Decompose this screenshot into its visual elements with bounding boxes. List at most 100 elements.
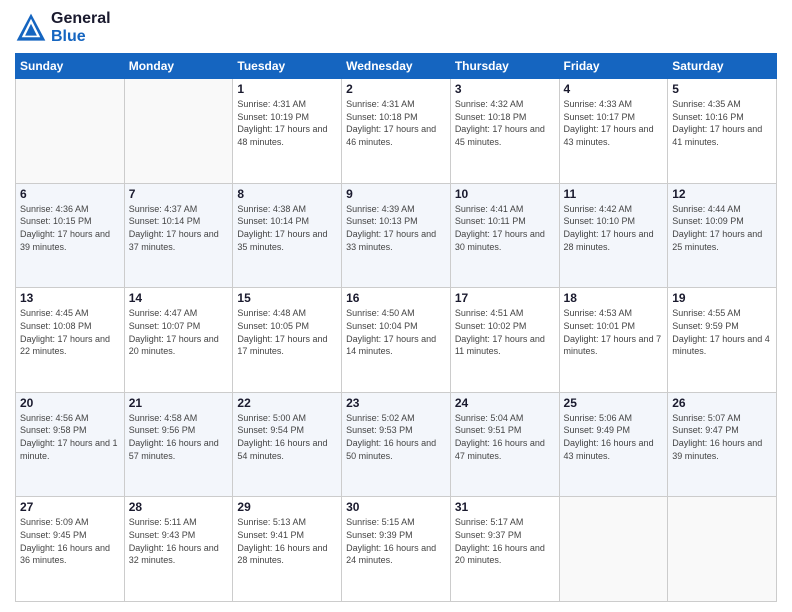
calendar-day-cell: 1Sunrise: 4:31 AM Sunset: 10:19 PM Dayli… [233,79,342,184]
calendar-day-cell: 13 Sunrise: 4:45 AM Sunset: 10:08 PM Dayl… [16,288,125,393]
day-number: 17 [455,291,555,305]
day-info: Sunrise: 5:17 AM Sunset: 9:37 PM Dayligh… [455,516,555,566]
day-number: 15 [237,291,337,305]
day-number: 5 [672,82,772,96]
calendar-day-cell: 3Sunrise: 4:32 AM Sunset: 10:18 PM Dayli… [450,79,559,184]
calendar-day-cell: 25 Sunrise: 5:06 AM Sunset: 9:49 PM Dayli… [559,392,668,497]
calendar-day-cell: 8Sunrise: 4:38 AM Sunset: 10:14 PM Dayli… [233,183,342,288]
day-info: Sunrise: 4:55 AM Sunset: 9:59 PM Dayligh… [672,307,772,357]
day-number: 9 [346,187,446,201]
day-number: 25 [564,396,664,410]
day-number: 8 [237,187,337,201]
day-info: Sunrise: 4:50 AM Sunset: 10:04 PM Daylig… [346,307,446,357]
calendar-header-row: SundayMondayTuesdayWednesdayThursdayFrid… [16,54,777,79]
day-number: 10 [455,187,555,201]
calendar-day-cell: 21 Sunrise: 4:58 AM Sunset: 9:56 PM Dayli… [124,392,233,497]
day-info: Sunrise: 4:48 AM Sunset: 10:05 PM Daylig… [237,307,337,357]
calendar-day-cell [668,497,777,602]
weekday-header: Saturday [668,54,777,79]
calendar-day-cell: 15 Sunrise: 4:48 AM Sunset: 10:05 PM Dayl… [233,288,342,393]
calendar-day-cell: 22Sunrise: 5:00 AM Sunset: 9:54 PM Dayli… [233,392,342,497]
day-number: 23 [346,396,446,410]
day-info: Sunrise: 4:45 AM Sunset: 10:08 PM Daylig… [20,307,120,357]
calendar-day-cell: 6 Sunrise: 4:36 AM Sunset: 10:15 PM Dayli… [16,183,125,288]
calendar-day-cell: 27 Sunrise: 5:09 AM Sunset: 9:45 PM Dayli… [16,497,125,602]
weekday-header: Wednesday [342,54,451,79]
day-info: Sunrise: 5:13 AM Sunset: 9:41 PM Dayligh… [237,516,337,566]
calendar-day-cell: 26 Sunrise: 5:07 AM Sunset: 9:47 PM Dayli… [668,392,777,497]
calendar-week-row: 27 Sunrise: 5:09 AM Sunset: 9:45 PM Dayli… [16,497,777,602]
day-info: Sunrise: 4:41 AM Sunset: 10:11 PM Daylig… [455,203,555,253]
day-number: 18 [564,291,664,305]
day-info: Sunrise: 4:31 AM Sunset: 10:18 PM Daylig… [346,98,446,148]
day-number: 12 [672,187,772,201]
logo-icon [15,12,47,44]
day-number: 31 [455,500,555,514]
day-number: 29 [237,500,337,514]
day-number: 20 [20,396,120,410]
weekday-header: Thursday [450,54,559,79]
day-number: 1 [237,82,337,96]
day-info: Sunrise: 5:07 AM Sunset: 9:47 PM Dayligh… [672,412,772,462]
day-number: 16 [346,291,446,305]
day-number: 30 [346,500,446,514]
calendar-day-cell [124,79,233,184]
calendar-day-cell: 31 Sunrise: 5:17 AM Sunset: 9:37 PM Dayli… [450,497,559,602]
calendar-day-cell [16,79,125,184]
calendar-day-cell: 19 Sunrise: 4:55 AM Sunset: 9:59 PM Dayli… [668,288,777,393]
day-info: Sunrise: 5:02 AM Sunset: 9:53 PM Dayligh… [346,412,446,462]
day-number: 26 [672,396,772,410]
page: General Blue SundayMondayTuesdayWednesda… [0,0,792,612]
day-number: 19 [672,291,772,305]
day-info: Sunrise: 4:37 AM Sunset: 10:14 PM Daylig… [129,203,229,253]
calendar-day-cell: 11 Sunrise: 4:42 AM Sunset: 10:10 PM Dayl… [559,183,668,288]
day-info: Sunrise: 4:33 AM Sunset: 10:17 PM Daylig… [564,98,664,148]
day-number: 24 [455,396,555,410]
day-number: 4 [564,82,664,96]
day-number: 6 [20,187,120,201]
day-info: Sunrise: 4:44 AM Sunset: 10:09 PM Daylig… [672,203,772,253]
calendar-day-cell: 7Sunrise: 4:37 AM Sunset: 10:14 PM Dayli… [124,183,233,288]
day-info: Sunrise: 4:36 AM Sunset: 10:15 PM Daylig… [20,203,120,253]
day-info: Sunrise: 4:51 AM Sunset: 10:02 PM Daylig… [455,307,555,357]
day-info: Sunrise: 5:06 AM Sunset: 9:49 PM Dayligh… [564,412,664,462]
calendar-day-cell: 9 Sunrise: 4:39 AM Sunset: 10:13 PM Dayli… [342,183,451,288]
calendar-day-cell: 5 Sunrise: 4:35 AM Sunset: 10:16 PM Dayli… [668,79,777,184]
weekday-header: Friday [559,54,668,79]
day-number: 21 [129,396,229,410]
calendar-week-row: 1Sunrise: 4:31 AM Sunset: 10:19 PM Dayli… [16,79,777,184]
calendar-week-row: 13 Sunrise: 4:45 AM Sunset: 10:08 PM Dayl… [16,288,777,393]
calendar-week-row: 6 Sunrise: 4:36 AM Sunset: 10:15 PM Dayli… [16,183,777,288]
calendar-day-cell: 28 Sunrise: 5:11 AM Sunset: 9:43 PM Dayli… [124,497,233,602]
day-number: 14 [129,291,229,305]
day-info: Sunrise: 4:35 AM Sunset: 10:16 PM Daylig… [672,98,772,148]
calendar-day-cell: 20 Sunrise: 4:56 AM Sunset: 9:58 PM Dayli… [16,392,125,497]
calendar-day-cell: 23 Sunrise: 5:02 AM Sunset: 9:53 PM Dayli… [342,392,451,497]
day-info: Sunrise: 5:11 AM Sunset: 9:43 PM Dayligh… [129,516,229,566]
day-info: Sunrise: 5:09 AM Sunset: 9:45 PM Dayligh… [20,516,120,566]
day-info: Sunrise: 4:53 AM Sunset: 10:01 PM Daylig… [564,307,664,357]
calendar-day-cell: 17 Sunrise: 4:51 AM Sunset: 10:02 PM Dayl… [450,288,559,393]
day-number: 13 [20,291,120,305]
day-info: Sunrise: 5:15 AM Sunset: 9:39 PM Dayligh… [346,516,446,566]
day-info: Sunrise: 5:04 AM Sunset: 9:51 PM Dayligh… [455,412,555,462]
day-info: Sunrise: 4:47 AM Sunset: 10:07 PM Daylig… [129,307,229,357]
day-info: Sunrise: 4:32 AM Sunset: 10:18 PM Daylig… [455,98,555,148]
day-number: 28 [129,500,229,514]
day-info: Sunrise: 4:42 AM Sunset: 10:10 PM Daylig… [564,203,664,253]
calendar-day-cell: 30 Sunrise: 5:15 AM Sunset: 9:39 PM Dayli… [342,497,451,602]
day-info: Sunrise: 4:56 AM Sunset: 9:58 PM Dayligh… [20,412,120,462]
day-info: Sunrise: 4:58 AM Sunset: 9:56 PM Dayligh… [129,412,229,462]
day-number: 2 [346,82,446,96]
day-info: Sunrise: 4:39 AM Sunset: 10:13 PM Daylig… [346,203,446,253]
day-number: 11 [564,187,664,201]
weekday-header: Monday [124,54,233,79]
weekday-header: Tuesday [233,54,342,79]
logo: General Blue [15,10,111,45]
calendar-day-cell: 2 Sunrise: 4:31 AM Sunset: 10:18 PM Dayli… [342,79,451,184]
calendar-day-cell: 4 Sunrise: 4:33 AM Sunset: 10:17 PM Dayli… [559,79,668,184]
calendar-day-cell: 10 Sunrise: 4:41 AM Sunset: 10:11 PM Dayl… [450,183,559,288]
logo-text: General Blue [51,10,111,45]
day-number: 27 [20,500,120,514]
header: General Blue [15,10,777,45]
